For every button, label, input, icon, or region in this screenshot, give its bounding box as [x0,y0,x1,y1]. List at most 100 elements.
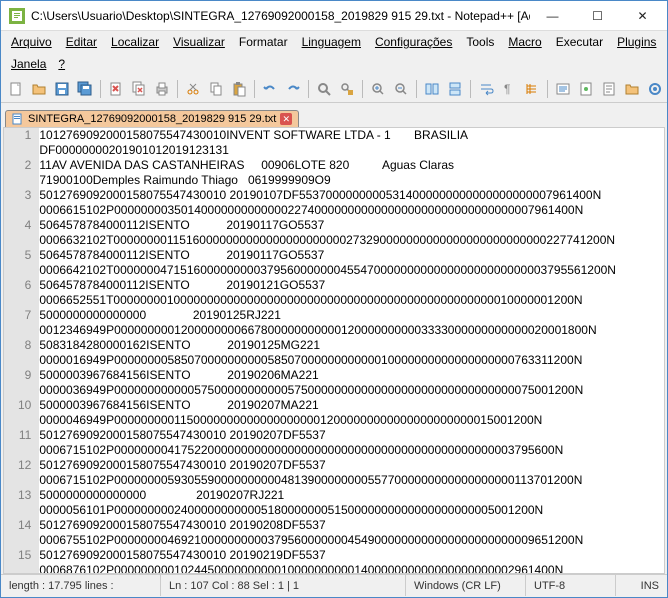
text-line[interactable]: 5000003967684156ISENTO 20190207MA221 [39,398,664,413]
text-line[interactable]: 5012769092000158075547430010 20190207DF5… [39,428,664,443]
redo-button[interactable] [282,78,304,100]
menu-visualizar[interactable]: Visualizar [167,33,231,51]
toolbar: ¶ [1,75,667,103]
folder-button[interactable] [621,78,643,100]
undo-button[interactable] [259,78,281,100]
text-line[interactable]: 5012769092000158075547430010 20190207DF5… [39,458,664,473]
replace-button[interactable] [336,78,358,100]
text-line[interactable]: 0006755102P00000000469210000000000379560… [39,533,664,548]
text-line[interactable]: 0000056101P00000000024000000000005180000… [39,503,664,518]
text-line[interactable]: 0012346949P00000000012000000006678000000… [39,323,664,338]
menu-configuracoes[interactable]: Configurações [369,33,458,51]
line-number [18,353,31,368]
menu-arquivo[interactable]: Arquivo [5,33,58,51]
menu-localizar[interactable]: Localizar [105,33,165,51]
close-file-button[interactable] [105,78,127,100]
close-all-button[interactable] [128,78,150,100]
line-number [18,383,31,398]
editor-area[interactable]: 1234567891011121314151617 10127690920001… [3,127,665,574]
line-number: 13 [18,488,31,503]
text-line[interactable]: 5000003967684156ISENTO 20190206MA221 [39,368,664,383]
text-line[interactable]: 5012769092000158075547430010 20190219DF5… [39,548,664,563]
minimize-button[interactable]: — [530,1,575,30]
copy-button[interactable] [205,78,227,100]
toolbar-separator [254,80,255,98]
text-line[interactable]: DF00000000201901012019123131 [39,143,664,158]
text-line[interactable]: 5083184280000162ISENTO 20190125MG221 [39,338,664,353]
maximize-button[interactable]: ☐ [575,1,620,30]
text-line[interactable]: 0006876102P00000000010244500000000001000… [39,563,664,573]
monitor-button[interactable] [644,78,666,100]
line-number: 3 [18,188,31,203]
save-all-button[interactable] [74,78,96,100]
line-number [18,203,31,218]
find-button[interactable] [313,78,335,100]
line-number: 1 [18,128,31,143]
paste-button[interactable] [228,78,250,100]
text-line[interactable]: 5064578784000112ISENTO 20190121GO5537 [39,278,664,293]
text-line[interactable]: 0000036949P00000000000057500000000000575… [39,383,664,398]
menu-tools[interactable]: Tools [460,33,500,51]
cut-button[interactable] [182,78,204,100]
indent-guide-button[interactable] [521,78,543,100]
text-line[interactable]: 0006642102T00000004715160000000003795600… [39,263,664,278]
file-tab-label: SINTEGRA_12769092000158_2019829 915 29.t… [28,113,276,125]
text-line[interactable]: 11AV AVENIDA DAS CASTANHEIRAS 00906LOTE … [39,158,664,173]
doc-map-button[interactable] [575,78,597,100]
toolbar-separator [470,80,471,98]
open-file-button[interactable] [28,78,50,100]
show-all-chars-button[interactable]: ¶ [498,78,520,100]
text-line[interactable]: 5064578784000112ISENTO 20190117GO5537 [39,248,664,263]
text-content[interactable]: 1012769092000158075547430010INVENT SOFTW… [39,128,664,573]
func-list-button[interactable] [598,78,620,100]
menu-macro[interactable]: Macro [502,33,547,51]
text-line[interactable]: 0006615102P00000000350140000000000000227… [39,203,664,218]
text-line[interactable]: 5012769092000158075547430010 20190208DF5… [39,518,664,533]
text-line[interactable]: 0006715102P00000000417522000000000000000… [39,443,664,458]
text-line[interactable]: 0006652551T00000000100000000000000000000… [39,293,664,308]
text-line[interactable]: 5012769092000158075547430010 20190107DF5… [39,188,664,203]
line-number: 2 [18,158,31,173]
zoom-out-button[interactable] [390,78,412,100]
tab-bar: SINTEGRA_12769092000158_2019829 915 29.t… [1,103,667,127]
text-line[interactable]: 0006632102T00000000115160000000000000000… [39,233,664,248]
menu-executar[interactable]: Executar [550,33,609,51]
text-line[interactable]: 5064578784000112ISENTO 20190117GO5537 [39,218,664,233]
zoom-in-button[interactable] [367,78,389,100]
status-eol: Windows (CR LF) [406,575,526,596]
line-number: 7 [18,308,31,323]
print-button[interactable] [151,78,173,100]
menu-help[interactable]: ? [52,55,71,73]
text-line[interactable]: 0006715102P00000000593055900000000004813… [39,473,664,488]
tab-close-button[interactable]: ✕ [280,113,292,125]
wordwrap-button[interactable] [475,78,497,100]
menu-bar-row2: Janela ? [1,53,667,75]
text-line[interactable]: 5000000000000000 20190207RJ221 [39,488,664,503]
toolbar-separator [308,80,309,98]
text-line[interactable]: 0000016949P00000000585070000000000585070… [39,353,664,368]
line-number [18,323,31,338]
text-line[interactable]: 5000000000000000 20190125RJ221 [39,308,664,323]
text-line[interactable]: 1012769092000158075547430010INVENT SOFTW… [39,128,664,143]
new-file-button[interactable] [5,78,27,100]
svg-text:¶: ¶ [504,82,510,96]
menu-plugins[interactable]: Plugins [611,33,662,51]
menu-formatar[interactable]: Formatar [233,33,294,51]
lang-button[interactable] [552,78,574,100]
file-tab-icon [12,113,24,125]
menu-linguagem[interactable]: Linguagem [296,33,367,51]
toolbar-separator [100,80,101,98]
line-number [18,143,31,158]
close-button[interactable]: ✕ [620,1,665,30]
menu-janela[interactable]: Janela [5,55,52,73]
menu-editar[interactable]: Editar [60,33,103,51]
line-number [18,443,31,458]
line-number [18,233,31,248]
text-line[interactable]: 71900100Demples Raimundo Thiago 06199999… [39,173,664,188]
line-number-gutter: 1234567891011121314151617 [4,128,39,573]
text-line[interactable]: 0000046949P00000000011500000000000000000… [39,413,664,428]
sync-h-button[interactable] [444,78,466,100]
sync-v-button[interactable] [421,78,443,100]
file-tab[interactable]: SINTEGRA_12769092000158_2019829 915 29.t… [5,110,299,127]
save-button[interactable] [51,78,73,100]
